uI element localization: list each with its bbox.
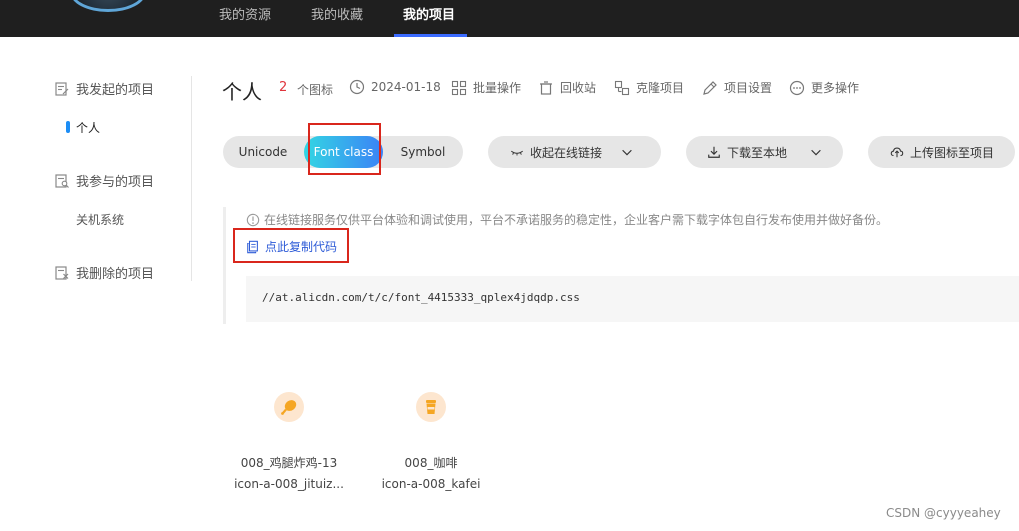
grid-icon	[451, 80, 467, 95]
highlight-box-font-class	[308, 123, 381, 175]
trash-icon	[540, 80, 552, 95]
sidebar-section-created[interactable]: 我发起的项目	[54, 79, 154, 98]
sidebar-item-shutdown-system[interactable]: 关机系统	[76, 211, 124, 228]
icon-card-chicken-leg[interactable]	[274, 392, 304, 422]
batch-operation-button[interactable]: 批量操作	[451, 79, 521, 96]
nav-my-projects[interactable]: 我的项目	[403, 4, 455, 23]
sidebar-section-deleted[interactable]: 我删除的项目	[54, 263, 154, 282]
project-date: 2024-01-18	[349, 79, 441, 95]
coffee-cup-icon	[426, 400, 436, 414]
download-local-label: 下载至本地	[727, 145, 788, 160]
document-delete-icon	[55, 265, 69, 280]
icon-name-label: 008_咖啡	[404, 456, 458, 470]
recycle-bin-label: 回收站	[560, 81, 597, 95]
download-icon	[708, 146, 720, 158]
icon-count-label: 个图标	[297, 83, 334, 97]
upload-icons-label: 上传图标至项目	[910, 145, 995, 160]
document-edit-icon	[55, 81, 69, 96]
pen-icon	[703, 80, 717, 95]
project-settings-button[interactable]: 项目设置	[702, 79, 772, 96]
cloud-upload-icon	[890, 147, 904, 158]
sidebar-section-joined[interactable]: 我参与的项目	[54, 171, 154, 190]
document-search-icon	[55, 173, 69, 188]
watermark: CSDN @cyyyeahey	[886, 506, 1001, 520]
tab-symbol[interactable]: Symbol	[393, 136, 453, 168]
nav-my-resources[interactable]: 我的资源	[219, 4, 271, 23]
notice-left-bar	[223, 207, 226, 324]
project-settings-label: 项目设置	[724, 81, 773, 95]
icon-name-label: 008_鸡腿炸鸡-13	[240, 456, 338, 470]
sidebar-divider	[191, 76, 192, 281]
icon-count: 2	[279, 80, 288, 95]
batch-operation-label: 批量操作	[473, 81, 522, 95]
project-date-text: 2024-01-18	[371, 80, 441, 94]
notice-text: 在线链接服务仅供平台体验和调试使用，平台不承诺服务的稳定性，企业客户需下载字体包…	[264, 213, 889, 227]
nav-my-favorites[interactable]: 我的收藏	[311, 4, 363, 23]
sidebar-active-marker	[66, 121, 70, 133]
icon-class-label: icon-a-008_jituiz...	[234, 477, 344, 491]
icon-card-coffee[interactable]	[416, 392, 446, 422]
nav-active-underline	[394, 34, 467, 37]
chevron-down-icon	[622, 149, 632, 156]
recycle-bin-button[interactable]: 回收站	[538, 79, 596, 96]
eye-closed-icon	[510, 150, 524, 156]
sidebar-item-personal[interactable]: 个人	[76, 119, 100, 136]
avatar[interactable]	[70, 0, 146, 12]
sidebar-section-label: 我删除的项目	[76, 267, 155, 282]
clock-icon	[349, 79, 365, 95]
project-title: 个人	[222, 80, 262, 104]
sidebar-section-label: 我参与的项目	[76, 175, 155, 190]
chevron-down-icon	[811, 149, 821, 156]
top-nav-bar: 我的资源 我的收藏 我的项目	[0, 0, 1019, 37]
clone-project-label: 克隆项目	[636, 81, 685, 95]
more-dots-icon	[789, 80, 805, 95]
tab-unicode[interactable]: Unicode	[233, 136, 293, 168]
info-icon	[246, 213, 260, 226]
download-local-button[interactable]: 下载至本地	[686, 136, 843, 168]
collapse-online-link-button[interactable]: 收起在线链接	[488, 136, 661, 168]
icon-class-label: icon-a-008_kafei	[381, 477, 481, 491]
sidebar-section-label: 我发起的项目	[76, 83, 155, 98]
chicken-leg-icon	[281, 400, 297, 415]
more-actions-button[interactable]: 更多操作	[789, 79, 859, 96]
upload-icons-button[interactable]: 上传图标至项目	[868, 136, 1015, 168]
clone-project-button[interactable]: 克隆项目	[614, 79, 684, 96]
more-actions-label: 更多操作	[811, 81, 860, 95]
css-link-code[interactable]: //at.alicdn.com/t/c/font_4415333_qplex4j…	[262, 291, 580, 304]
collapse-online-link-label: 收起在线链接	[530, 145, 603, 160]
highlight-box-copy-code	[233, 228, 349, 263]
online-link-notice: 在线链接服务仅供平台体验和调试使用，平台不承诺服务的稳定性，企业客户需下载字体包…	[246, 211, 888, 228]
clone-icon	[614, 80, 630, 95]
